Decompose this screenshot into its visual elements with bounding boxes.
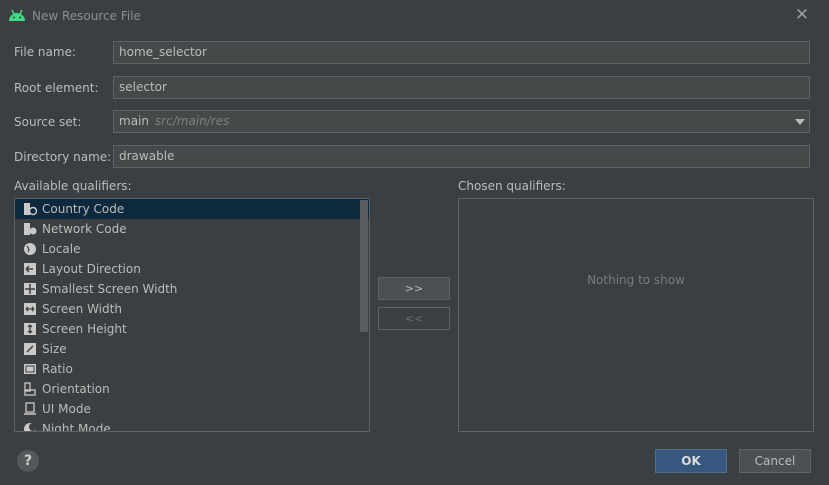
qualifier-layout-direction[interactable]: Layout Direction <box>15 259 369 279</box>
source-set-combobox[interactable]: main src/main/res <box>113 110 810 133</box>
chosen-qualifiers-label: Chosen qualifiers: <box>458 179 566 193</box>
ok-button[interactable]: OK <box>655 449 727 473</box>
screen-height-icon <box>24 323 36 335</box>
cancel-button[interactable]: Cancel <box>739 449 811 473</box>
qualifier-orientation[interactable]: Orientation <box>15 379 369 399</box>
empty-state-text: Nothing to show <box>587 273 685 287</box>
root-element-label: Root element: <box>14 81 99 95</box>
night-mode-icon <box>24 423 37 431</box>
root-element-input[interactable] <box>119 80 809 94</box>
screen-width-icon <box>24 303 36 315</box>
chosen-qualifiers-list[interactable]: Nothing to show <box>458 198 814 432</box>
available-qualifiers-list[interactable]: Country Code Network Code Locale Layout … <box>14 198 370 432</box>
available-qualifiers-label: Available qualifiers: <box>14 179 132 193</box>
title-bar: New Resource File ✕ <box>0 0 829 32</box>
add-qualifier-button[interactable]: >> <box>378 277 450 300</box>
layout-direction-icon <box>24 263 36 275</box>
qualifier-size[interactable]: Size <box>15 339 369 359</box>
globe-icon <box>24 243 36 255</box>
root-element-field[interactable] <box>113 76 810 99</box>
qualifier-ui-mode[interactable]: UI Mode <box>15 399 369 419</box>
window-title: New Resource File <box>32 9 141 23</box>
qualifier-smallest-screen-width[interactable]: Smallest Screen Width <box>15 279 369 299</box>
help-button[interactable]: ? <box>17 450 39 472</box>
android-icon <box>9 9 25 21</box>
file-name-field[interactable] <box>113 41 810 64</box>
remove-qualifier-button[interactable]: << <box>378 307 450 330</box>
source-set-path-hint: src/main/res <box>154 114 230 128</box>
qualifier-screen-width[interactable]: Screen Width <box>15 299 369 319</box>
orientation-icon <box>24 382 36 396</box>
country-code-icon <box>24 203 37 216</box>
qualifier-locale[interactable]: Locale <box>15 239 369 259</box>
file-name-input[interactable] <box>119 45 809 59</box>
qualifiers-scrollbar-thumb[interactable] <box>360 200 368 332</box>
qualifier-screen-height[interactable]: Screen Height <box>15 319 369 339</box>
ui-mode-icon <box>24 402 36 415</box>
network-code-icon <box>24 223 37 235</box>
source-set-label: Source set: <box>14 115 82 129</box>
qualifier-network-code[interactable]: Network Code <box>15 219 369 239</box>
smallest-width-icon <box>24 283 36 295</box>
qualifier-night-mode[interactable]: Night Mode <box>15 419 369 431</box>
qualifier-country-code[interactable]: Country Code <box>15 199 369 219</box>
chevron-down-icon[interactable] <box>795 119 805 125</box>
ratio-icon <box>24 364 36 374</box>
source-set-value: main <box>119 114 149 128</box>
close-icon[interactable]: ✕ <box>794 7 810 24</box>
directory-name-label: Directory name: <box>14 150 112 164</box>
file-name-label: File name: <box>14 45 76 59</box>
directory-name-field[interactable] <box>113 145 810 168</box>
size-icon <box>24 343 36 355</box>
directory-name-input[interactable] <box>119 149 809 163</box>
qualifier-ratio[interactable]: Ratio <box>15 359 369 379</box>
